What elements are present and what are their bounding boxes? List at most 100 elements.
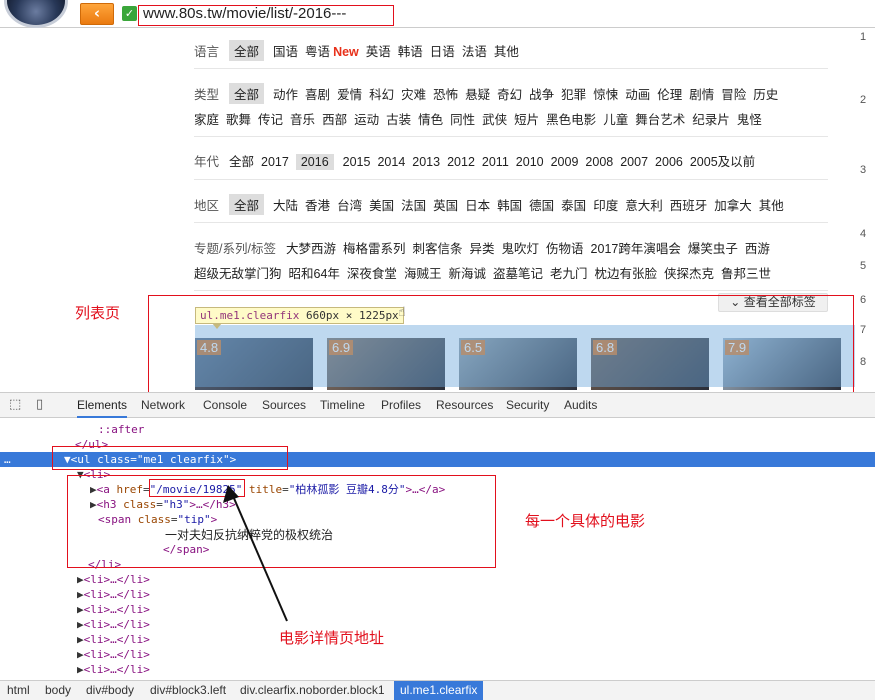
filter-item[interactable]: 伤物语 — [546, 238, 584, 257]
filter-item[interactable]: 动作 — [273, 84, 298, 103]
inspect-element-icon[interactable]: ⬚ — [9, 398, 24, 412]
filter-item[interactable]: 日语 — [430, 41, 455, 60]
filter-item[interactable]: 香港 — [305, 195, 330, 214]
filter-item[interactable]: 爱情 — [337, 84, 362, 103]
dom-li-collapsed[interactable]: ▶<li>…</li> — [0, 632, 875, 647]
tab-network[interactable]: Network — [141, 398, 185, 412]
filter-item[interactable]: 西游 — [745, 238, 770, 257]
filter-item[interactable]: 灾难 — [401, 84, 426, 103]
filter-item[interactable]: 国语 — [273, 41, 298, 60]
breadcrumb-item[interactable]: html — [7, 681, 30, 700]
filter-item[interactable]: 日本 — [465, 195, 490, 214]
filter-item[interactable]: 同性 — [450, 109, 475, 128]
filter-item-selected[interactable]: 全部 — [229, 194, 265, 215]
filter-item[interactable]: 超级无敌掌门狗 — [194, 263, 282, 282]
filter-item[interactable]: 枕边有张脸 — [595, 263, 658, 282]
filter-item[interactable]: 舞台艺术 — [635, 109, 685, 128]
filter-item-selected[interactable]: 2016 — [295, 154, 334, 170]
filter-item[interactable]: 2015 — [343, 155, 371, 169]
dom-span-line[interactable]: <span class="tip"> — [0, 512, 875, 527]
tab-audits[interactable]: Audits — [564, 398, 597, 412]
filter-item[interactable]: 印度 — [593, 195, 618, 214]
dom-li-collapsed[interactable]: ▶<li>…</li> — [0, 587, 875, 602]
filter-item[interactable]: 2017 — [261, 155, 289, 169]
dom-span-close[interactable]: </span> — [0, 542, 875, 557]
filter-item[interactable]: 2009 — [551, 155, 579, 169]
filter-item[interactable]: 惊悚 — [593, 84, 618, 103]
filter-item[interactable]: 2010 — [516, 155, 544, 169]
filter-item[interactable]: 黑色电影 — [546, 109, 596, 128]
filter-item[interactable]: 情色 — [418, 109, 443, 128]
tab-resources[interactable]: Resources — [436, 398, 493, 412]
dom-after-pseudo[interactable]: ::after — [0, 422, 875, 437]
filter-item[interactable]: 运动 — [354, 109, 379, 128]
dom-li-collapsed[interactable]: ▶<li>…</li> — [0, 617, 875, 632]
filter-item[interactable]: 2007 — [620, 155, 648, 169]
filter-item[interactable]: 西班牙 — [670, 195, 708, 214]
filter-item[interactable]: 异类 — [470, 238, 495, 257]
breadcrumb-item[interactable]: body — [45, 681, 71, 700]
filter-item[interactable]: 奇幻 — [497, 84, 522, 103]
filter-item[interactable]: 英国 — [433, 195, 458, 214]
filter-item[interactable]: 儿童 — [603, 109, 628, 128]
breadcrumb-item[interactable]: div#body — [86, 681, 134, 700]
filter-item[interactable]: 2006 — [655, 155, 683, 169]
dom-a-line[interactable]: ▶<a href="/movie/19825" title="柏林孤影 豆瓣4.… — [0, 482, 875, 497]
filter-item[interactable]: 全部 — [229, 151, 254, 170]
filter-item[interactable]: 歌舞 — [226, 109, 251, 128]
filter-item[interactable]: 鬼怪 — [737, 109, 762, 128]
filter-item[interactable]: 传记 — [258, 109, 283, 128]
filter-item[interactable]: 恐怖 — [433, 84, 458, 103]
filter-item[interactable]: 新海诚 — [448, 263, 486, 282]
filter-item[interactable]: 动画 — [625, 84, 650, 103]
dom-li-close[interactable]: </li> — [0, 557, 875, 572]
filter-item[interactable]: 2011 — [482, 155, 509, 169]
filter-item[interactable]: 武侠 — [482, 109, 507, 128]
breadcrumb-item[interactable]: ul.me1.clearfix — [394, 681, 484, 700]
filter-item[interactable]: 大梦西游 — [286, 238, 336, 257]
filter-item[interactable]: 盗墓笔记 — [493, 263, 543, 282]
filter-item-selected[interactable]: 全部 — [229, 83, 265, 104]
tab-sources[interactable]: Sources — [262, 398, 306, 412]
filter-item[interactable]: 科幻 — [369, 84, 394, 103]
filter-item[interactable]: 西部 — [322, 109, 347, 128]
filter-item[interactable]: 昭和64年 — [289, 263, 340, 282]
dom-ul-selected[interactable]: ▼<ul class="me1 clearfix">… — [0, 452, 875, 467]
filter-item[interactable]: 泰国 — [561, 195, 586, 214]
filter-item[interactable]: 老九门 — [550, 263, 588, 282]
filter-item[interactable]: 喜剧 — [305, 84, 330, 103]
tab-console[interactable]: Console — [203, 398, 247, 412]
tab-profiles[interactable]: Profiles — [381, 398, 421, 412]
filter-item[interactable]: 历史 — [753, 84, 778, 103]
tab-security[interactable]: Security — [506, 398, 549, 412]
filter-item[interactable]: 深夜食堂 — [347, 263, 397, 282]
address-bar[interactable]: www.80s.tw/movie/list/-2016--- — [143, 5, 346, 22]
filter-item-selected[interactable]: 全部 — [229, 40, 265, 61]
breadcrumb-item[interactable]: div.clearfix.noborder.block1 — [240, 681, 385, 700]
see-all-tags-button[interactable]: ⌄ 查看全部标签 — [718, 293, 828, 312]
filter-item[interactable]: 2013 — [412, 155, 440, 169]
filter-item[interactable]: 2008 — [585, 155, 613, 169]
dom-li-collapsed[interactable]: ▶<li>…</li> — [0, 662, 875, 677]
dom-ul-close[interactable]: </ul> — [0, 437, 875, 452]
filter-item[interactable]: 家庭 — [194, 109, 219, 128]
more-options-icon[interactable]: … — [4, 452, 11, 467]
filter-item[interactable]: 海贼王 — [404, 263, 442, 282]
device-mode-icon[interactable]: ▯ — [36, 398, 51, 412]
filter-item[interactable]: 英语 — [366, 41, 391, 60]
filter-item[interactable]: 美国 — [369, 195, 394, 214]
filter-item[interactable]: 侠探杰克 — [664, 263, 714, 282]
filter-item[interactable]: 法语 — [462, 41, 487, 60]
filter-item[interactable]: 剧情 — [689, 84, 714, 103]
back-button[interactable]: ‹ — [80, 3, 114, 25]
filter-item[interactable]: 韩语 — [398, 41, 423, 60]
filter-item[interactable]: 2014 — [377, 155, 405, 169]
filter-item[interactable]: 其他 — [759, 195, 784, 214]
filter-item[interactable]: 鬼吹灯 — [502, 238, 540, 257]
filter-item[interactable]: 刺客信条 — [412, 238, 462, 257]
filter-item[interactable]: 2012 — [447, 155, 475, 169]
dom-li-collapsed[interactable]: ▶<li>…</li> — [0, 602, 875, 617]
filter-item[interactable]: 纪录片 — [692, 109, 730, 128]
filter-item[interactable]: 音乐 — [290, 109, 315, 128]
filter-item[interactable]: 爆笑虫子 — [688, 238, 738, 257]
